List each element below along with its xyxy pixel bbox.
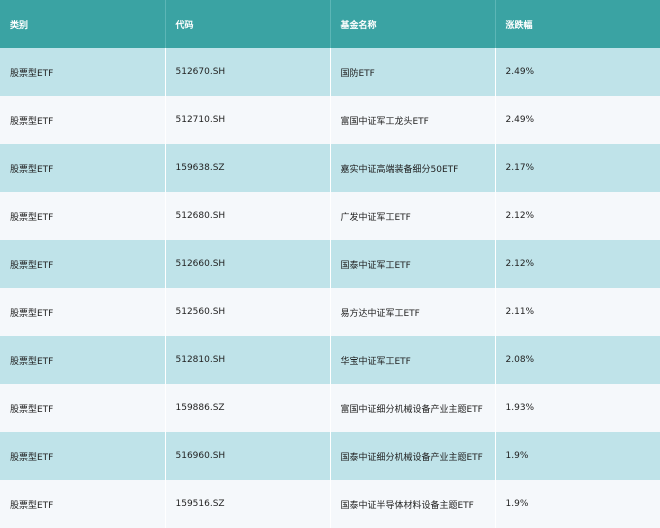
cell-change-pct: 1.9% xyxy=(505,451,529,461)
cell-category: 股票型ETF xyxy=(0,96,166,144)
cell-change-pct: 2.08% xyxy=(505,355,535,365)
cell-fund-name: 国防ETF xyxy=(330,48,496,96)
cell-category: 股票型ETF xyxy=(0,240,166,288)
cell-code: 516960.SH xyxy=(165,432,331,480)
cell-category: 股票型ETF xyxy=(0,384,166,432)
cell-category: 股票型ETF xyxy=(0,432,166,480)
cell-change-pct: 2.12% xyxy=(505,259,535,269)
cell-code: 512670.SH xyxy=(165,48,331,96)
table-row: 股票型ETF 512710.SH 富国中证军工龙头ETF 2.49% xyxy=(0,96,660,144)
header-category[interactable]: 类别 xyxy=(0,0,166,48)
table-row: 股票型ETF 159516.SZ 国泰中证半导体材料设备主题ETF 1.9% xyxy=(0,480,660,528)
cell-category: 股票型ETF xyxy=(0,192,166,240)
table-row: 股票型ETF 512680.SH 广发中证军工ETF 2.12% xyxy=(0,192,660,240)
cell-category: 股票型ETF xyxy=(0,48,166,96)
cell-fund-name: 华宝中证军工ETF xyxy=(330,336,496,384)
cell-fund-name: 富国中证军工龙头ETF xyxy=(330,96,496,144)
cell-category: 股票型ETF xyxy=(0,480,166,528)
cell-change-pct: 1.93% xyxy=(505,403,535,413)
cell-code: 159516.SZ xyxy=(165,480,331,528)
table-row: 股票型ETF 512810.SH 华宝中证军工ETF 2.08% xyxy=(0,336,660,384)
cell-change-pct: 2.49% xyxy=(505,67,535,77)
header-code[interactable]: 代码 xyxy=(165,0,331,48)
table-row: 股票型ETF 516960.SH 国泰中证细分机械设备产业主题ETF 1.9% xyxy=(0,432,660,480)
cell-fund-name: 富国中证细分机械设备产业主题ETF xyxy=(330,384,496,432)
header-fund-name[interactable]: 基金名称 xyxy=(330,0,496,48)
cell-fund-name: 国泰中证军工ETF xyxy=(330,240,496,288)
table-row: 股票型ETF 159638.SZ 嘉实中证高端装备细分50ETF 2.17% xyxy=(0,144,660,192)
table-row: 股票型ETF 159886.SZ 富国中证细分机械设备产业主题ETF 1.93% xyxy=(0,384,660,432)
cell-fund-name: 国泰中证细分机械设备产业主题ETF xyxy=(330,432,496,480)
header-change-pct[interactable]: 涨跌幅 xyxy=(495,0,660,48)
fund-table: 类别 代码 基金名称 涨跌幅 股票型ETF 512670.SH 国防ETF 2.… xyxy=(0,0,660,528)
cell-fund-name: 国泰中证半导体材料设备主题ETF xyxy=(330,480,496,528)
table-header-row: 类别 代码 基金名称 涨跌幅 xyxy=(0,0,660,48)
cell-change-pct: 2.12% xyxy=(505,211,535,221)
cell-change-pct: 2.11% xyxy=(505,307,535,317)
cell-code: 512680.SH xyxy=(165,192,331,240)
cell-change-pct: 1.9% xyxy=(505,499,529,509)
cell-code: 159886.SZ xyxy=(165,384,331,432)
cell-code: 512710.SH xyxy=(165,96,331,144)
cell-code: 512660.SH xyxy=(165,240,331,288)
cell-code: 159638.SZ xyxy=(165,144,331,192)
cell-fund-name: 嘉实中证高端装备细分50ETF xyxy=(330,144,496,192)
cell-category: 股票型ETF xyxy=(0,336,166,384)
cell-code: 512560.SH xyxy=(165,288,331,336)
cell-category: 股票型ETF xyxy=(0,288,166,336)
cell-change-pct: 2.49% xyxy=(505,115,535,125)
cell-fund-name: 广发中证军工ETF xyxy=(330,192,496,240)
table-row: 股票型ETF 512560.SH 易方达中证军工ETF 2.11% xyxy=(0,288,660,336)
table-row: 股票型ETF 512670.SH 国防ETF 2.49% xyxy=(0,48,660,96)
table-row: 股票型ETF 512660.SH 国泰中证军工ETF 2.12% xyxy=(0,240,660,288)
cell-code: 512810.SH xyxy=(165,336,331,384)
cell-change-pct: 2.17% xyxy=(505,163,535,173)
cell-category: 股票型ETF xyxy=(0,144,166,192)
cell-fund-name: 易方达中证军工ETF xyxy=(330,288,496,336)
